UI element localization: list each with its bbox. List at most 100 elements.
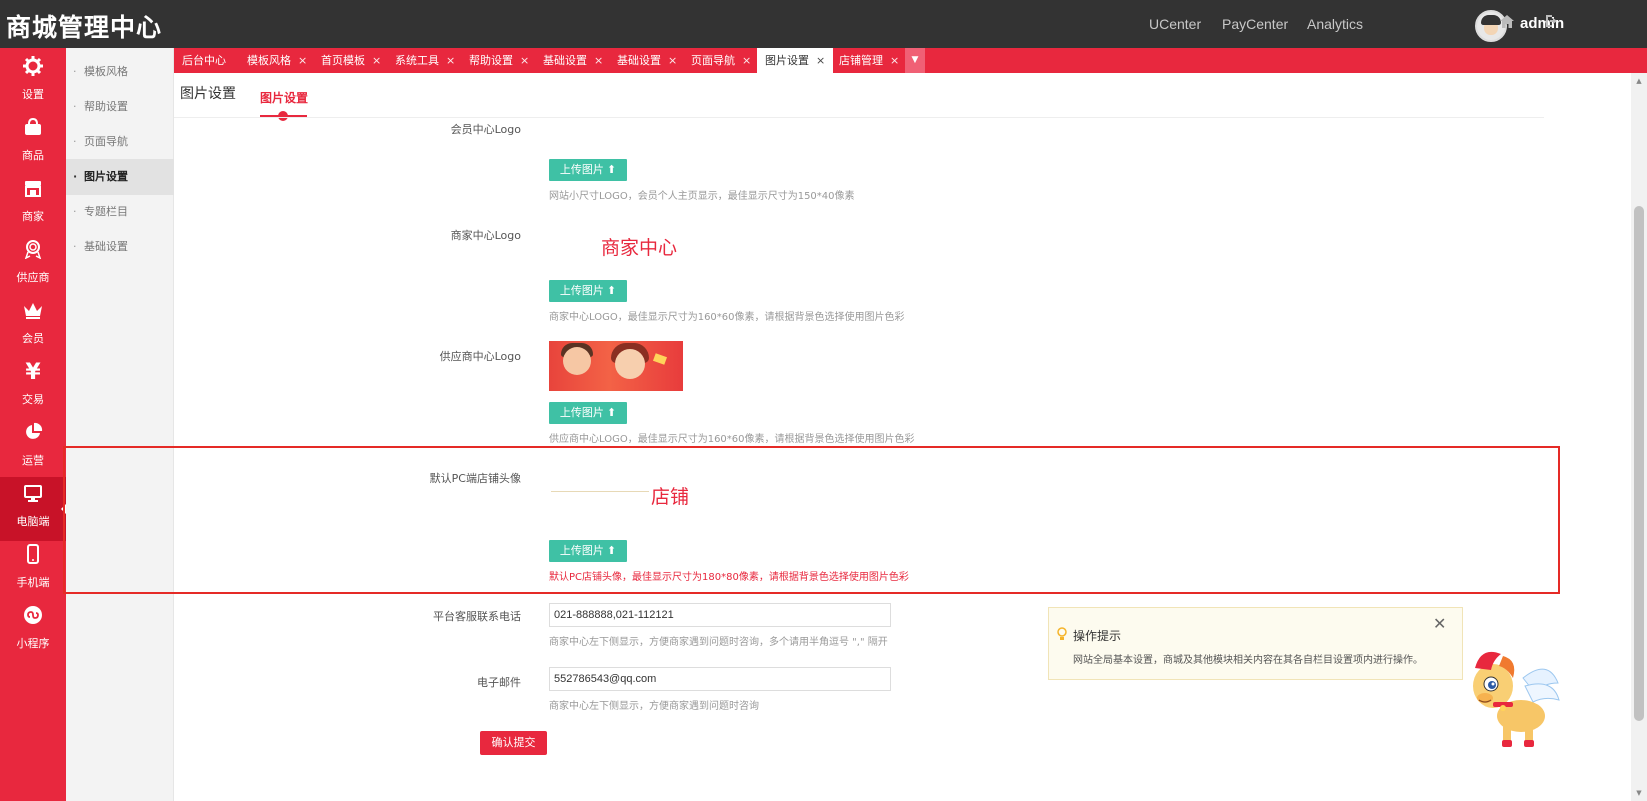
ucenter-link[interactable]: UCenter bbox=[1149, 16, 1201, 32]
shop-avatar-hint: 默认PC店铺头像，最佳显示尺寸为180*80像素，请根据背景色选择使用图片色彩 bbox=[549, 572, 909, 583]
close-icon[interactable]: × bbox=[446, 54, 455, 67]
email-input[interactable]: 552786543@qq.com bbox=[549, 667, 891, 691]
member-logo-upload-button[interactable]: 上传图片 ⬆ bbox=[549, 159, 627, 181]
sidebar-label: 运营 bbox=[22, 454, 44, 467]
sidebar-item-mobile[interactable]: 手机端 bbox=[0, 538, 66, 602]
sidebar-item-pc[interactable]: 电脑端 bbox=[0, 477, 66, 541]
sidebar-item-seller[interactable]: 商家 bbox=[0, 172, 66, 236]
subnav-item-basic[interactable]: 基础设置 bbox=[66, 229, 174, 265]
shopping-bag-icon bbox=[0, 117, 66, 141]
shop-avatar-image-line bbox=[551, 491, 649, 492]
sidebar-label: 商品 bbox=[22, 149, 44, 162]
chevron-down-icon: ▼ bbox=[911, 55, 919, 65]
subnav-item-help[interactable]: 帮助设置 bbox=[66, 89, 174, 125]
tab-label: 系统工具 bbox=[395, 54, 439, 67]
close-icon[interactable]: × bbox=[594, 54, 603, 67]
miniprogram-icon bbox=[0, 605, 66, 629]
sub-sidebar: 模板风格 帮助设置 页面导航 图片设置 专题栏目 基础设置 bbox=[66, 48, 174, 801]
phone-input[interactable]: 021-888888,021-112121 bbox=[549, 603, 891, 627]
tab-page-navigation[interactable]: 页面导航 × bbox=[683, 48, 759, 73]
tab-system-tools[interactable]: 系统工具 × bbox=[387, 48, 463, 73]
divider bbox=[174, 117, 1544, 118]
tab-label: 图片设置 bbox=[765, 54, 809, 67]
tab-basic-settings[interactable]: 基础设置 × bbox=[535, 48, 611, 73]
shop-avatar-image: 店铺 bbox=[651, 486, 690, 508]
seller-logo-upload-button[interactable]: 上传图片 ⬆ bbox=[549, 280, 627, 302]
close-icon[interactable]: × bbox=[372, 54, 381, 67]
pony-mascot-icon[interactable] bbox=[1463, 638, 1563, 753]
crown-icon bbox=[0, 300, 66, 324]
tab-template[interactable]: 模板风格 × bbox=[239, 48, 315, 73]
sidebar-label: 电脑端 bbox=[16, 515, 50, 528]
supplier-logo-image bbox=[549, 341, 683, 391]
scroll-up-arrow-icon[interactable]: ▲ bbox=[1634, 76, 1644, 86]
sidebar-label: 设置 bbox=[22, 88, 44, 101]
close-icon[interactable]: × bbox=[520, 54, 529, 67]
tab-help-settings[interactable]: 帮助设置 × bbox=[461, 48, 537, 73]
gear-icon bbox=[0, 56, 66, 80]
close-icon[interactable]: × bbox=[298, 54, 307, 67]
main-sidebar: 设置 商品 商家 供应商 会员 ¥ 交易 运营 电脑端 手机端 小程序 bbox=[0, 48, 66, 801]
supplier-logo-hint: 供应商中心LOGO，最佳显示尺寸为160*60像素，请根据背景色选择使用图片色彩 bbox=[549, 434, 915, 445]
paycenter-link[interactable]: PayCenter bbox=[1222, 16, 1288, 32]
sidebar-item-settings[interactable]: 设置 bbox=[0, 50, 66, 114]
home-icon[interactable] bbox=[1500, 14, 1514, 32]
upload-label: 上传图片 bbox=[559, 406, 604, 419]
tab-home-template[interactable]: 首页模板 × bbox=[313, 48, 389, 73]
store-icon bbox=[0, 178, 66, 202]
submit-button[interactable]: 确认提交 bbox=[480, 731, 547, 755]
tab-dashboard[interactable]: 后台中心 bbox=[174, 48, 234, 73]
upload-label: 上传图片 bbox=[559, 544, 604, 557]
tab-basic-settings-2[interactable]: 基础设置 × bbox=[609, 48, 685, 73]
upload-icon: ⬆ bbox=[606, 163, 617, 176]
sidebar-label: 手机端 bbox=[16, 576, 50, 589]
tab-label: 基础设置 bbox=[543, 54, 587, 67]
email-label: 电子邮件 bbox=[477, 676, 521, 689]
close-icon[interactable]: × bbox=[742, 54, 751, 67]
sidebar-item-member[interactable]: 会员 bbox=[0, 294, 66, 358]
tab-image-settings-inner[interactable]: 图片设置 bbox=[260, 89, 308, 106]
tip-text: 网站全局基本设置，商城及其他模块相关内容在其各自栏目设置项内进行操作。 bbox=[1073, 655, 1423, 666]
tab-shop-management[interactable]: 店铺管理 × bbox=[831, 48, 907, 73]
logout-icon[interactable] bbox=[1545, 14, 1559, 32]
tab-label: 页面导航 bbox=[691, 54, 735, 67]
upload-icon: ⬆ bbox=[606, 284, 617, 297]
monitor-icon bbox=[0, 483, 66, 507]
seller-logo-label: 商家中心Logo bbox=[450, 229, 521, 242]
close-icon[interactable]: × bbox=[668, 54, 677, 67]
subnav-item-navigation[interactable]: 页面导航 bbox=[66, 124, 174, 160]
sidebar-label: 供应商 bbox=[16, 271, 50, 284]
scrollbar-thumb[interactable] bbox=[1634, 206, 1644, 721]
supplier-logo-upload-button[interactable]: 上传图片 ⬆ bbox=[549, 402, 627, 424]
lightbulb-icon bbox=[1056, 627, 1068, 644]
subnav-item-image-settings[interactable]: 图片设置 bbox=[66, 159, 174, 195]
shop-avatar-upload-button[interactable]: 上传图片 ⬆ bbox=[549, 540, 627, 562]
mobile-icon bbox=[0, 544, 66, 568]
tab-more-dropdown[interactable]: ▼ bbox=[905, 48, 925, 73]
medal-icon bbox=[0, 239, 66, 263]
subnav-item-template[interactable]: 模板风格 bbox=[66, 54, 174, 90]
analytics-link[interactable]: Analytics bbox=[1307, 16, 1363, 32]
yen-icon: ¥ bbox=[25, 360, 41, 385]
tab-image-settings[interactable]: 图片设置 × bbox=[757, 48, 834, 73]
close-icon[interactable]: × bbox=[890, 54, 899, 67]
sidebar-label: 小程序 bbox=[16, 637, 50, 650]
sidebar-item-trade[interactable]: ¥ 交易 bbox=[0, 355, 66, 419]
upload-label: 上传图片 bbox=[559, 163, 604, 176]
close-icon[interactable]: × bbox=[816, 54, 825, 67]
operation-tips-panel: 操作提示 ✕ 网站全局基本设置，商城及其他模块相关内容在其各自栏目设置项内进行操… bbox=[1048, 607, 1463, 680]
sidebar-label: 商家 bbox=[22, 210, 44, 223]
close-icon[interactable]: ✕ bbox=[1433, 614, 1446, 633]
pie-chart-icon bbox=[0, 422, 66, 446]
tab-label: 模板风格 bbox=[247, 54, 291, 67]
upload-icon: ⬆ bbox=[606, 406, 617, 419]
phone-hint: 商家中心左下侧显示，方便商家遇到问题时咨询，多个请用半角逗号 "," 隔开 bbox=[549, 637, 888, 648]
scroll-down-arrow-icon[interactable]: ▼ bbox=[1634, 788, 1644, 798]
sidebar-label: 交易 bbox=[22, 393, 44, 406]
sidebar-item-miniprogram[interactable]: 小程序 bbox=[0, 599, 66, 663]
sidebar-item-operation[interactable]: 运营 bbox=[0, 416, 66, 480]
subnav-item-topics[interactable]: 专题栏目 bbox=[66, 194, 174, 230]
sidebar-label: 会员 bbox=[22, 332, 44, 345]
sidebar-item-supplier[interactable]: 供应商 bbox=[0, 233, 66, 297]
sidebar-item-goods[interactable]: 商品 bbox=[0, 111, 66, 175]
